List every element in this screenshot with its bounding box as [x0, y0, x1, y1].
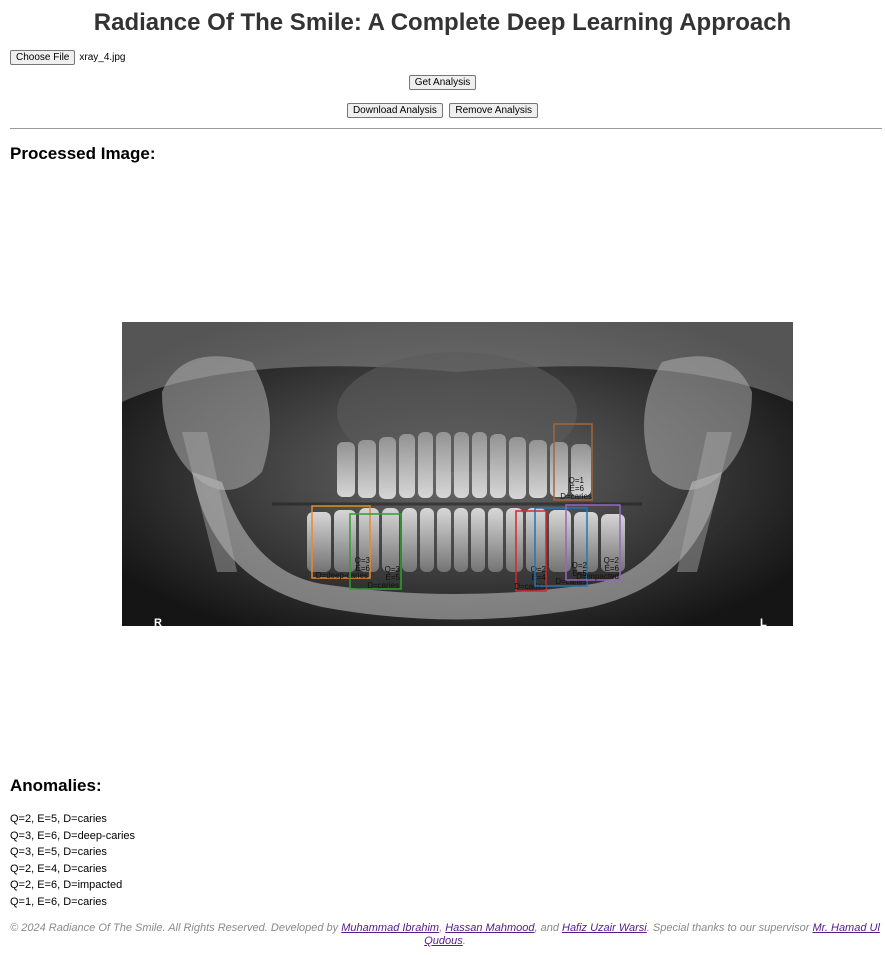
choose-file-button[interactable]: Choose File [10, 50, 76, 65]
anomaly-item: Q=3, E=5, D=caries [10, 846, 107, 859]
get-analysis-button[interactable]: Get Analysis [408, 75, 477, 90]
detection-label-e: E=4 [532, 573, 547, 582]
xray-corner-label-left: R [154, 617, 162, 626]
author-link-hafiz-uzair-warsi[interactable]: Hafiz Uzair Warsi [562, 922, 647, 934]
anomaly-item: Q=3, E=6, D=deep-caries [10, 829, 136, 842]
divider [10, 128, 882, 129]
analysis-actions-row: Download Analysis Remove Analysis [0, 100, 885, 118]
detection-label-d: D=impacted [576, 572, 619, 581]
anomalies-list: Q=2, E=5, D=caries Q=3, E=6, D=deep-cari… [10, 811, 135, 911]
remove-analysis-button[interactable]: Remove Analysis [449, 103, 539, 118]
download-analysis-button[interactable]: Download Analysis [346, 103, 443, 118]
processed-image-heading: Processed Image: [10, 144, 156, 163]
anomaly-item: Q=2, E=4, D=caries [10, 862, 107, 875]
processed-xray-image: Q=1 E=6 D=caries Q=3 E=6 D=deep-caries Q… [122, 322, 793, 626]
file-upload: Choose File xray_4.jpg [10, 50, 126, 65]
anomalies-heading: Anomalies: [10, 776, 102, 795]
detection-label-d: D=caries [367, 581, 399, 590]
anomaly-item: Q=2, E=5, D=caries [10, 813, 107, 825]
anomaly-item: Q=1, E=6, D=caries [10, 895, 107, 908]
get-analysis-row: Get Analysis [0, 72, 885, 90]
footer-prefix: © 2024 Radiance Of The Smile. All Rights… [10, 922, 342, 934]
detection-label-d: D=caries [560, 492, 592, 501]
footer: © 2024 Radiance Of The Smile. All Rights… [10, 922, 880, 948]
selected-file-name: xray_4.jpg [79, 52, 126, 63]
xray-corner-label-right: L [760, 617, 767, 626]
footer-suffix: . [462, 935, 466, 947]
footer-separator: , and [534, 922, 562, 934]
anomaly-item: Q=2, E=6, D=impacted [10, 879, 123, 892]
footer-supervisor-text: . Special thanks to our supervisor [646, 922, 813, 934]
page-title: Radiance Of The Smile: A Complete Deep L… [93, 9, 792, 36]
author-link-muhammad-ibrahim[interactable]: Muhammad Ibrahim [341, 922, 439, 934]
detection-label-d: D=deep-caries [316, 571, 368, 580]
author-link-hassan-mahmood[interactable]: Hassan Mahmood [445, 922, 534, 934]
